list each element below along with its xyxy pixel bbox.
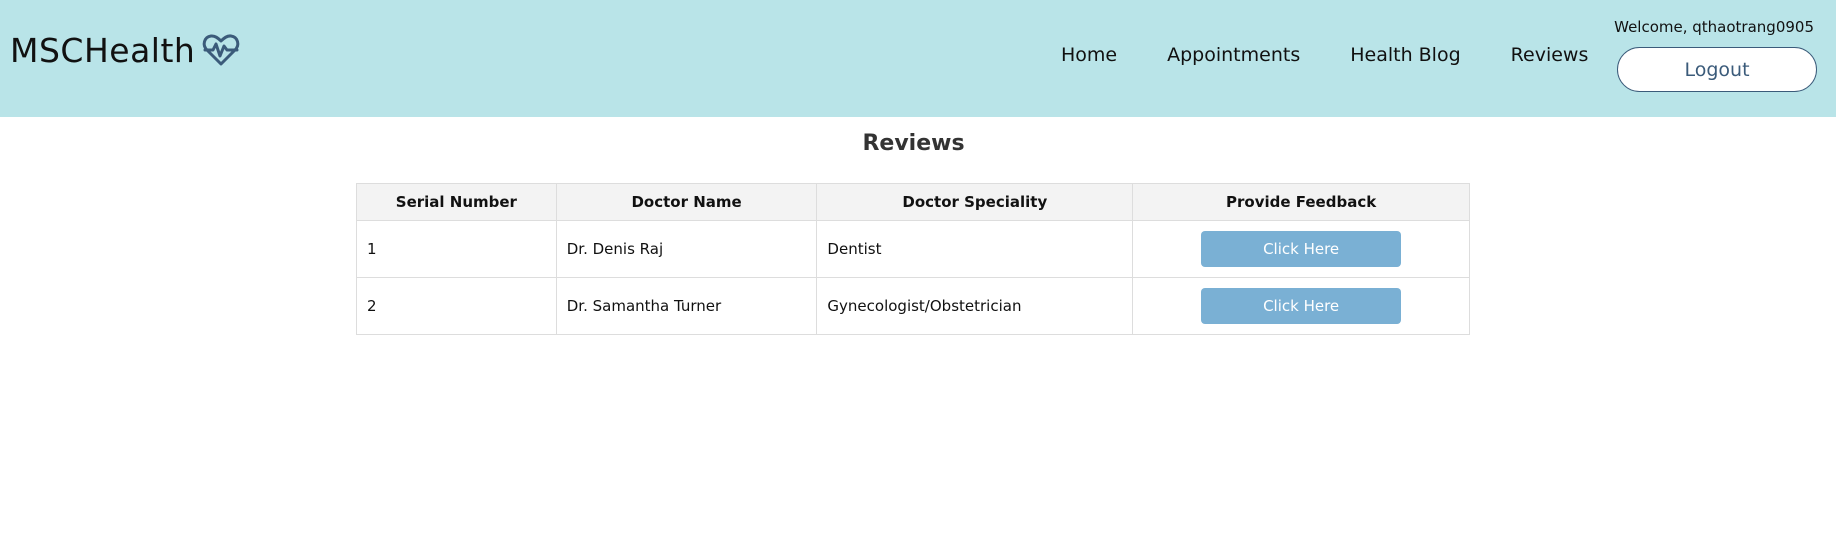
cell-feedback: Click Here [1132,277,1470,335]
column-header-doctor-name: Doctor Name [555,183,818,221]
heart-pulse-icon [201,30,241,70]
cell-speciality: Gynecologist/Obstetrician [816,277,1134,335]
logo-text: MSCHealth [10,30,196,70]
cell-speciality: Dentist [816,220,1134,278]
cell-serial: 2 [356,277,557,335]
welcome-text: Welcome, qthaotrang0905 [1614,18,1814,36]
cell-serial: 1 [356,220,557,278]
column-header-feedback: Provide Feedback [1132,183,1470,221]
table-row: 2 Dr. Samantha Turner Gynecologist/Obste… [356,277,1470,335]
provide-feedback-button[interactable]: Click Here [1201,288,1402,324]
reviews-table: Serial Number Doctor Name Doctor Special… [356,183,1470,335]
page-title: Reviews [862,131,965,156]
main-nav: Home Appointments Health Blog Reviews [1061,44,1588,66]
top-header: MSCHealth Home Appointments Health Blog … [0,0,1836,117]
cell-doctor-name: Dr. Samantha Turner [555,277,818,335]
column-header-serial: Serial Number [356,183,557,221]
nav-health-blog[interactable]: Health Blog [1350,44,1460,66]
column-header-speciality: Doctor Speciality [816,183,1134,221]
brand-logo[interactable]: MSCHealth [10,30,241,70]
logout-button[interactable]: Logout [1617,47,1817,92]
cell-doctor-name: Dr. Denis Raj [555,220,818,278]
table-row: 1 Dr. Denis Raj Dentist Click Here [356,220,1470,278]
cell-feedback: Click Here [1132,220,1470,278]
nav-home[interactable]: Home [1061,44,1117,66]
provide-feedback-button[interactable]: Click Here [1201,231,1402,267]
nav-reviews[interactable]: Reviews [1511,44,1589,66]
table-header-row: Serial Number Doctor Name Doctor Special… [356,183,1470,221]
nav-appointments[interactable]: Appointments [1167,44,1300,66]
